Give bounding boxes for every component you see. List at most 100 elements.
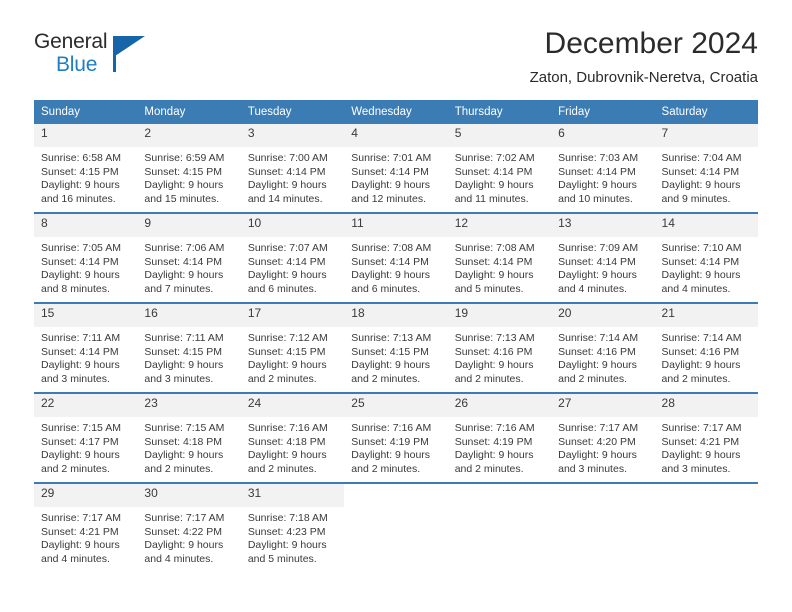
- calendar-day-cell[interactable]: 16 Sunrise: 7:11 AM Sunset: 4:15 PM Dayligh…: [137, 302, 241, 393]
- day-number: 11: [344, 214, 448, 237]
- day-number: 1: [34, 124, 138, 147]
- sunset-time: Sunset: 4:15 PM: [144, 345, 223, 358]
- calendar-empty-cell: [654, 482, 758, 572]
- daylight-duration-line1: Daylight: 9 hours: [41, 359, 120, 372]
- calendar-day-cell[interactable]: 2 Sunrise: 6:59 AM Sunset: 4:15 PM Daylight…: [137, 124, 241, 213]
- calendar-day-cell[interactable]: 19 Sunrise: 7:13 AM Sunset: 4:16 PM Dayligh…: [447, 302, 552, 393]
- sunrise-time: Sunrise: 7:17 AM: [661, 422, 742, 434]
- sunrise-time: Sunrise: 7:14 AM: [661, 332, 742, 344]
- sunset-time: Sunset: 4:19 PM: [351, 435, 429, 448]
- day-details: Sunrise: 7:16 AM Sunset: 4:19 PM Daylight:…: [448, 417, 551, 476]
- calendar-day-cell[interactable]: 28 Sunrise: 7:17 AM Sunset: 4:21 PM Dayligh…: [654, 392, 758, 483]
- calendar-body: 1 Sunrise: 6:58 AM Sunset: 4:15 PM Daylight…: [34, 124, 758, 572]
- calendar-day-cell[interactable]: 15 Sunrise: 7:11 AM Sunset: 4:14 PM Dayligh…: [34, 302, 138, 393]
- sunset-time: Sunset: 4:18 PM: [247, 435, 326, 448]
- day-details: Sunrise: 7:00 AM Sunset: 4:14 PM Daylight:…: [241, 147, 344, 206]
- daylight-duration-line1: Daylight: 9 hours: [454, 269, 534, 282]
- calendar-day-cell[interactable]: 22 Sunrise: 7:15 AM Sunset: 4:17 PM Dayligh…: [34, 392, 138, 483]
- weekday-header-thursday: Thursday: [447, 100, 552, 124]
- day-details: Sunrise: 7:06 AM Sunset: 4:14 PM Daylight:…: [137, 237, 240, 296]
- day-details: Sunrise: 7:14 AM Sunset: 4:16 PM Daylight:…: [551, 327, 654, 386]
- day-details: Sunrise: 7:16 AM Sunset: 4:18 PM Daylight:…: [241, 417, 344, 476]
- calendar-day-cell[interactable]: 23 Sunrise: 7:15 AM Sunset: 4:18 PM Dayligh…: [137, 392, 241, 483]
- sunset-time: Sunset: 4:14 PM: [454, 165, 533, 178]
- calendar-day-cell[interactable]: 12 Sunrise: 7:08 AM Sunset: 4:14 PM Dayligh…: [447, 212, 552, 303]
- calendar-day-cell[interactable]: 13 Sunrise: 7:09 AM Sunset: 4:14 PM Dayligh…: [551, 212, 655, 303]
- calendar-day-cell[interactable]: 6 Sunrise: 7:03 AM Sunset: 4:14 PM Daylight…: [551, 124, 655, 213]
- daylight-duration-line1: Daylight: 9 hours: [144, 269, 224, 282]
- daylight-duration-line1: Daylight: 9 hours: [351, 449, 431, 462]
- logo-triangle-icon: [115, 36, 145, 56]
- day-number: [344, 484, 448, 507]
- day-number: 19: [447, 304, 552, 327]
- logo-text-blue: Blue: [56, 53, 98, 76]
- daylight-duration-line1: Daylight: 9 hours: [558, 449, 637, 462]
- sunset-time: Sunset: 4:14 PM: [661, 165, 740, 178]
- day-number: [551, 484, 655, 507]
- daylight-duration-line1: Daylight: 9 hours: [558, 359, 637, 372]
- day-details: Sunrise: 7:01 AM Sunset: 4:14 PM Daylight:…: [344, 147, 447, 206]
- sunset-time: Sunset: 4:16 PM: [661, 345, 740, 358]
- calendar-day-cell[interactable]: 21 Sunrise: 7:14 AM Sunset: 4:16 PM Dayligh…: [654, 302, 758, 393]
- calendar-day-cell[interactable]: 11 Sunrise: 7:08 AM Sunset: 4:14 PM Dayligh…: [344, 212, 448, 303]
- day-details: Sunrise: 7:18 AM Sunset: 4:23 PM Daylight:…: [241, 507, 344, 566]
- calendar-day-cell[interactable]: 7 Sunrise: 7:04 AM Sunset: 4:14 PM Daylight…: [654, 124, 758, 213]
- day-details: Sunrise: 7:02 AM Sunset: 4:14 PM Daylight:…: [448, 147, 551, 206]
- calendar-day-cell[interactable]: 5 Sunrise: 7:02 AM Sunset: 4:14 PM Daylight…: [447, 124, 552, 213]
- day-details: Sunrise: 7:13 AM Sunset: 4:15 PM Daylight:…: [344, 327, 447, 386]
- daylight-duration-line1: Daylight: 9 hours: [351, 359, 431, 372]
- day-details: Sunrise: 7:13 AM Sunset: 4:16 PM Daylight:…: [448, 327, 551, 386]
- daylight-duration-line2: and 12 minutes.: [351, 192, 426, 205]
- calendar-day-cell[interactable]: 4 Sunrise: 7:01 AM Sunset: 4:14 PM Daylight…: [344, 124, 448, 213]
- sunset-time: Sunset: 4:15 PM: [351, 345, 429, 358]
- calendar-day-cell[interactable]: 18 Sunrise: 7:13 AM Sunset: 4:15 PM Dayligh…: [344, 302, 448, 393]
- sunrise-time: Sunrise: 7:11 AM: [41, 332, 121, 344]
- calendar-day-cell[interactable]: 1 Sunrise: 6:58 AM Sunset: 4:15 PM Daylight…: [34, 124, 138, 213]
- daylight-duration-line1: Daylight: 9 hours: [247, 539, 327, 552]
- calendar-day-cell[interactable]: 20 Sunrise: 7:14 AM Sunset: 4:16 PM Dayligh…: [551, 302, 655, 393]
- day-details: Sunrise: 7:05 AM Sunset: 4:14 PM Daylight:…: [34, 237, 137, 296]
- day-number: 30: [137, 484, 241, 507]
- sunrise-time: Sunrise: 7:04 AM: [661, 152, 742, 164]
- calendar-day-cell[interactable]: 3 Sunrise: 7:00 AM Sunset: 4:14 PM Daylight…: [240, 124, 345, 213]
- daylight-duration-line2: and 9 minutes.: [661, 192, 731, 205]
- calendar-day-cell[interactable]: 27 Sunrise: 7:17 AM Sunset: 4:20 PM Dayligh…: [551, 392, 655, 483]
- sunrise-time: Sunrise: 7:00 AM: [247, 152, 328, 164]
- sunrise-time: Sunrise: 7:17 AM: [558, 422, 639, 434]
- day-number: 18: [344, 304, 448, 327]
- sunset-time: Sunset: 4:14 PM: [661, 255, 740, 268]
- daylight-duration-line1: Daylight: 9 hours: [558, 179, 637, 192]
- day-details: Sunrise: 7:15 AM Sunset: 4:18 PM Daylight:…: [137, 417, 240, 476]
- calendar-day-cell[interactable]: 14 Sunrise: 7:10 AM Sunset: 4:14 PM Dayligh…: [654, 212, 758, 303]
- calendar-day-cell[interactable]: 8 Sunrise: 7:05 AM Sunset: 4:14 PM Daylight…: [34, 212, 138, 303]
- sunset-time: Sunset: 4:20 PM: [558, 435, 636, 448]
- sunset-time: Sunset: 4:19 PM: [454, 435, 533, 448]
- calendar-day-cell[interactable]: 26 Sunrise: 7:16 AM Sunset: 4:19 PM Dayligh…: [447, 392, 552, 483]
- daylight-duration-line2: and 2 minutes.: [661, 372, 731, 385]
- day-details: Sunrise: 6:59 AM Sunset: 4:15 PM Daylight:…: [137, 147, 240, 206]
- daylight-duration-line2: and 2 minutes.: [351, 372, 421, 385]
- day-number: 25: [344, 394, 448, 417]
- sunrise-time: Sunrise: 7:13 AM: [454, 332, 535, 344]
- calendar-day-cell[interactable]: 25 Sunrise: 7:16 AM Sunset: 4:19 PM Dayligh…: [344, 392, 448, 483]
- calendar-day-cell[interactable]: 29 Sunrise: 7:17 AM Sunset: 4:21 PM Dayligh…: [34, 482, 138, 572]
- daylight-duration-line1: Daylight: 9 hours: [247, 179, 327, 192]
- calendar-table: Sunday Monday Tuesday Wednesday Thursday…: [34, 100, 758, 572]
- calendar-day-cell[interactable]: 9 Sunrise: 7:06 AM Sunset: 4:14 PM Daylight…: [137, 212, 241, 303]
- day-number: 7: [654, 124, 758, 147]
- sunset-time: Sunset: 4:21 PM: [41, 525, 119, 538]
- calendar-empty-cell: [551, 482, 655, 572]
- calendar-day-cell[interactable]: 24 Sunrise: 7:16 AM Sunset: 4:18 PM Dayligh…: [240, 392, 345, 483]
- calendar-day-cell[interactable]: 30 Sunrise: 7:17 AM Sunset: 4:22 PM Dayligh…: [137, 482, 241, 572]
- daylight-duration-line2: and 2 minutes.: [351, 462, 421, 475]
- calendar-day-cell[interactable]: 17 Sunrise: 7:12 AM Sunset: 4:15 PM Dayligh…: [240, 302, 345, 393]
- calendar-week-row: 22 Sunrise: 7:15 AM Sunset: 4:17 PM Dayligh…: [34, 392, 758, 483]
- sunrise-time: Sunrise: 7:02 AM: [454, 152, 535, 164]
- daylight-duration-line2: and 4 minutes.: [144, 552, 214, 565]
- calendar-day-cell[interactable]: 10 Sunrise: 7:07 AM Sunset: 4:14 PM Dayligh…: [240, 212, 345, 303]
- daylight-duration-line1: Daylight: 9 hours: [144, 539, 224, 552]
- daylight-duration-line1: Daylight: 9 hours: [144, 359, 224, 372]
- sunrise-time: Sunrise: 7:16 AM: [247, 422, 328, 434]
- daylight-duration-line1: Daylight: 9 hours: [661, 449, 741, 462]
- calendar-day-cell[interactable]: 31 Sunrise: 7:18 AM Sunset: 4:23 PM Dayligh…: [240, 482, 345, 572]
